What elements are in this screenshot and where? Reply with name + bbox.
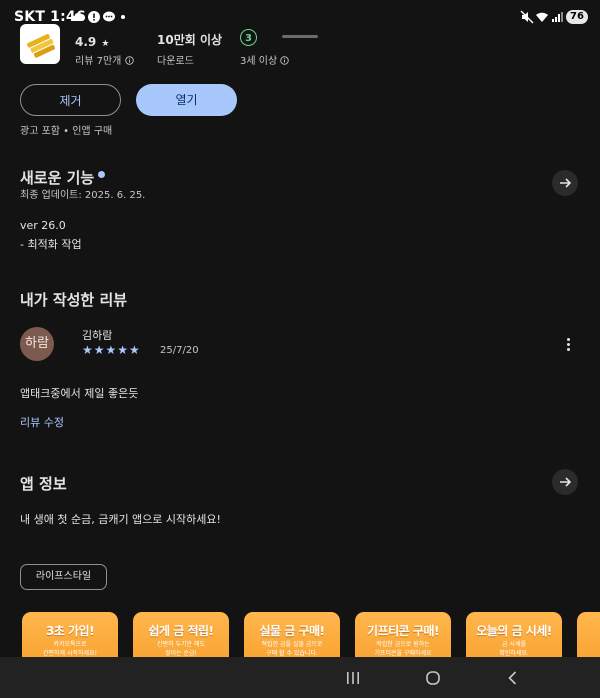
release-notes: - 최적화 작업	[20, 238, 82, 251]
screenshot-title: 오늘의 금 시세!	[476, 624, 552, 638]
category-chip[interactable]: 라이프스타일	[20, 564, 107, 590]
screenshot-caption: 간편히 두기만 해도 쌓이는 순금!	[157, 641, 205, 657]
chat-icon	[103, 11, 115, 22]
screenshot-title: 3초 가입!	[45, 624, 95, 638]
app-description: 내 생애 첫 순금, 금캐기 앱으로 시작하세요!	[20, 513, 221, 526]
edit-review-link[interactable]: 리뷰 수정	[20, 414, 64, 430]
gold-bars-icon	[27, 33, 56, 58]
version-text: ver 26.0	[20, 219, 66, 232]
app-logo[interactable]	[20, 24, 60, 64]
screenshot-caption: 카카오톡으로 간편하게 시작하세요!	[43, 641, 97, 657]
whats-new-arrow-button[interactable]	[552, 170, 578, 196]
arrow-right-icon	[560, 477, 572, 487]
age-rating-label: 3세 이상	[240, 56, 278, 67]
home-icon[interactable]	[425, 670, 441, 686]
review-text: 앱태크중에서 제일 좋은듯	[20, 387, 139, 400]
star-rating: ★★★★★	[82, 343, 141, 357]
rating-star-icon: ★	[101, 39, 110, 49]
my-review-title: 내가 작성한 리뷰	[20, 291, 128, 309]
dot-icon	[121, 15, 125, 19]
review-date: 25/7/20	[160, 345, 199, 356]
screenshot-caption: 적립한 금을 실물 금으로 구매 할 수 있습니다.	[261, 641, 323, 657]
signal-icon	[552, 12, 563, 22]
rating-value: 4.9	[75, 35, 97, 49]
whats-new-title: 새로운 기능	[20, 169, 95, 187]
screenshot-title: 쉽게 금 적립!	[148, 624, 214, 638]
age-rating[interactable]: 3세 이상	[240, 52, 290, 67]
avatar: 하람	[20, 327, 54, 361]
screenshot-caption: 적립한 금으로 원하는 기프티콘을 구매하세요	[374, 641, 432, 657]
reviews-count[interactable]: 리뷰 7만개	[75, 52, 134, 67]
new-indicator-dot	[98, 171, 105, 178]
battery-icon: 76	[566, 10, 588, 24]
downloads-value: 10만회 이상	[157, 33, 223, 47]
review-author: 김하람	[82, 329, 113, 342]
screenshot-title: 기프티콘 구매!	[367, 624, 439, 638]
recents-icon[interactable]	[345, 670, 361, 686]
alert-icon	[88, 11, 100, 23]
ad-inapp-note: 광고 포함 • 인앱 구매	[20, 126, 113, 137]
back-icon[interactable]	[505, 670, 521, 686]
screenshot-caption: 금 시세를 확인하세요.	[499, 641, 529, 657]
info-icon	[280, 56, 290, 65]
last-updated: 최종 업데이트: 2025. 6. 25.	[20, 190, 146, 201]
wifi-icon	[536, 12, 548, 22]
app-info-title: 앱 정보	[20, 475, 67, 493]
carrier-label: SKT	[14, 9, 46, 25]
info-icon	[124, 56, 134, 65]
open-button[interactable]: 열기	[136, 84, 237, 116]
stats-scroll-indicator	[282, 35, 318, 38]
status-bar: SKT 1:46 76	[0, 0, 600, 34]
cloud-icon	[71, 12, 85, 21]
mute-icon	[520, 10, 534, 24]
downloads-label: 다운로드	[157, 56, 194, 67]
rating-stat: 4.9 ★	[75, 31, 109, 50]
reviews-label: 리뷰 7만개	[75, 56, 122, 67]
age-rating-badge: 3	[240, 29, 257, 46]
app-info-arrow-button[interactable]	[552, 469, 578, 495]
remove-button[interactable]: 제거	[20, 84, 121, 116]
system-nav-bar	[0, 657, 600, 698]
arrow-right-icon	[560, 178, 572, 188]
screenshot-title: 실물 금 구매!	[259, 624, 325, 638]
more-options-icon[interactable]	[564, 336, 574, 354]
